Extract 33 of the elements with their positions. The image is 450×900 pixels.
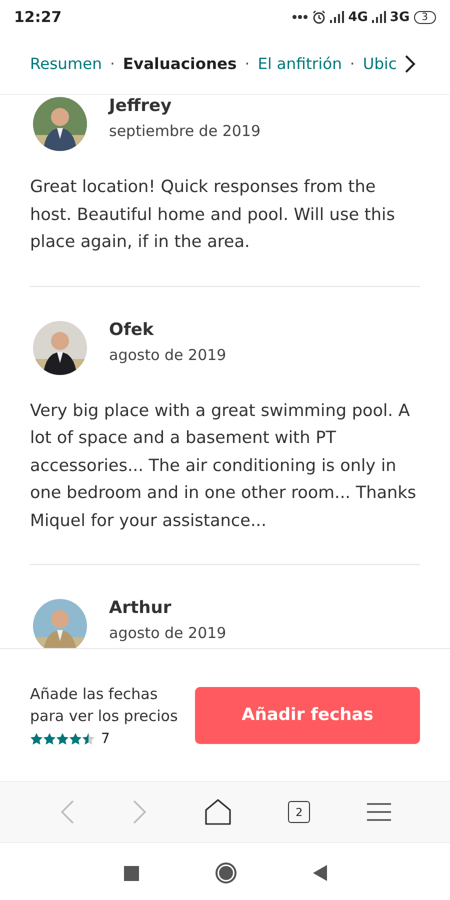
tab-count-button[interactable]: 2 bbox=[288, 801, 310, 823]
separator-dot: · bbox=[244, 55, 250, 73]
signal-icon bbox=[372, 11, 386, 23]
price-prompt: Añade las fechas para ver los precios bbox=[30, 684, 179, 727]
reviewer-name: Ofek bbox=[109, 320, 155, 340]
battery-indicator: 3 bbox=[414, 10, 436, 24]
home-icon[interactable] bbox=[204, 799, 231, 825]
separator-dot: · bbox=[110, 55, 115, 73]
review-date: agosto de 2019 bbox=[109, 624, 226, 642]
home-circle-icon[interactable] bbox=[214, 862, 236, 884]
more-icon bbox=[292, 14, 308, 20]
separator-dot: · bbox=[350, 55, 355, 73]
network-label: 3G bbox=[390, 10, 410, 24]
review-text: Very big place with a great swimming pool. A lot of space and a basement with PT accessories... The air conditioning is only in one bedroom and in one other room... Thanks Miquel for your assistance... bbox=[30, 398, 418, 532]
clock: 12:27 bbox=[14, 8, 62, 26]
review-count: 7 bbox=[101, 731, 110, 747]
alarm-icon bbox=[312, 10, 326, 24]
recents-icon[interactable] bbox=[124, 866, 138, 880]
review-text: Great location! Quick responses from the host. Beautiful home and pool. Will use this place again, if in the area. bbox=[30, 175, 396, 253]
reviewer-name: Jeffrey bbox=[109, 96, 173, 116]
section-tab[interactable]: El anfitrión bbox=[258, 55, 342, 73]
review-date: agosto de 2019 bbox=[109, 346, 226, 364]
chevron-right-icon[interactable] bbox=[404, 54, 416, 74]
section-tab[interactable]: Ubic bbox=[362, 55, 397, 73]
review-date: septiembre de 2019 bbox=[109, 122, 261, 140]
signal-icon bbox=[330, 11, 344, 23]
add-dates-button[interactable]: Añadir fechas bbox=[195, 686, 420, 744]
back-triangle-icon[interactable] bbox=[312, 865, 326, 881]
menu-icon[interactable] bbox=[367, 802, 392, 822]
network-label: 4G bbox=[348, 10, 368, 24]
section-tab[interactable]: Evaluaciones bbox=[122, 55, 237, 73]
reviewer-name: Arthur bbox=[109, 598, 172, 618]
section-tab[interactable]: Resumen bbox=[30, 55, 102, 73]
